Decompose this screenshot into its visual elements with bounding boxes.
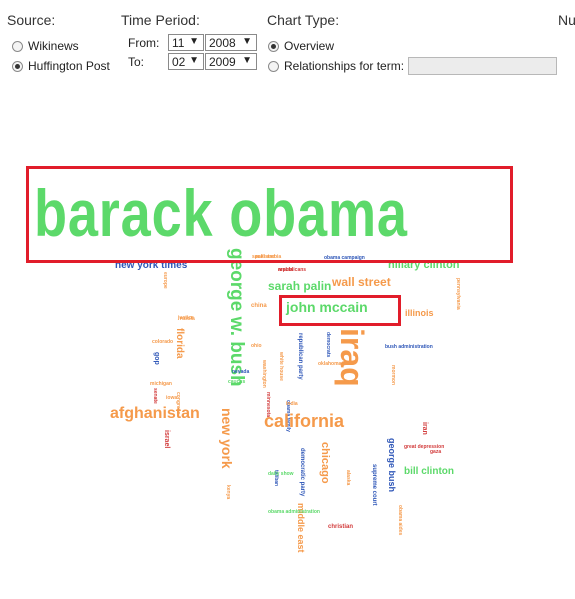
chart-type-overview[interactable]: Overview [268, 39, 334, 53]
cloud-term-supreme-court[interactable]: supreme court [371, 464, 377, 506]
cloud-term-justice[interactable]: justice [178, 316, 194, 321]
wikinews-radio[interactable] [12, 40, 23, 52]
to-month-select[interactable]: 02 ▼ [168, 53, 204, 70]
cloud-term-democratic-party[interactable]: democratic party [299, 448, 305, 496]
dropdown-arrow-icon: ▼ [189, 36, 199, 47]
cloud-term-gaza[interactable]: gaza [430, 450, 441, 455]
cloud-term-california[interactable]: california [264, 412, 344, 430]
cloud-term-iran[interactable]: iran [421, 422, 428, 435]
dropdown-arrow-icon: ▼ [189, 55, 199, 66]
cloud-term-democrats[interactable]: democrats [325, 332, 331, 357]
to-year-select[interactable]: 2009 ▼ [205, 53, 257, 70]
cloud-term-sarah-palin[interactable]: sarah palin [268, 280, 331, 292]
cloud-term-george-bush[interactable]: george bush [387, 438, 397, 492]
chart-type-title: Chart Type: [267, 12, 340, 28]
cloud-term-mormon[interactable]: mormon [390, 365, 396, 385]
cloud-term-illinois[interactable]: illinois [405, 309, 434, 318]
cloud-term-daily-show[interactable]: daily show [268, 472, 294, 477]
cut-off-label: Nu [558, 12, 575, 28]
relationships-radio[interactable] [268, 60, 279, 72]
cloud-term-gop[interactable]: gop [153, 352, 160, 365]
cloud-term-bush-administration[interactable]: bush administration [385, 345, 433, 350]
time-period-title: Time Period: [121, 12, 200, 28]
wikinews-label: Wikinews [28, 39, 79, 53]
cloud-term-europe[interactable]: europe [162, 272, 168, 289]
cloud-term-republicans[interactable]: republicans [278, 268, 306, 273]
cloud-term-china[interactable]: china [251, 303, 267, 309]
source-title: Source: [7, 12, 56, 28]
cloud-term-ohio[interactable]: ohio [251, 344, 262, 349]
relationships-label: Relationships for term: [284, 59, 405, 73]
controls-panel: Source: Wikinews Huffington Post Time Pe… [0, 0, 575, 90]
source-option-huffington-post[interactable]: Huffington Post [12, 59, 110, 73]
to-label: To: [128, 55, 145, 69]
cloud-term-christian[interactable]: christian [328, 524, 353, 530]
cloud-term-george-w-bush[interactable]: george w. bush [226, 248, 247, 387]
huffington-post-label: Huffington Post [28, 59, 110, 73]
source-option-wikinews[interactable]: Wikinews [12, 39, 79, 53]
cloud-term-pennsylvania[interactable]: pennsylvania [455, 278, 461, 310]
cloud-term-new-york[interactable]: new york [219, 408, 235, 469]
cloud-term-bill-clinton[interactable]: bill clinton [404, 467, 454, 477]
cloud-term-florida[interactable]: florida [174, 328, 185, 359]
huffington-post-radio[interactable] [12, 60, 23, 72]
cloud-term-senate[interactable]: senate [152, 388, 158, 404]
cloud-term-nevada[interactable]: nevada [232, 370, 249, 375]
cloud-term-wall-street[interactable]: wall street [332, 276, 391, 288]
dropdown-arrow-icon: ▼ [242, 36, 252, 47]
cloud-term-washington[interactable]: washington [261, 360, 267, 388]
cloud-term-india[interactable]: india [286, 402, 298, 407]
cloud-term-afghanistan[interactable]: afghanistan [110, 406, 200, 422]
cloud-term-israel[interactable]: israel [163, 430, 170, 448]
cloud-term-alaska[interactable]: alaska [345, 470, 351, 485]
from-month-select[interactable]: 11 ▼ [168, 34, 204, 51]
from-label: From: [128, 36, 160, 50]
cloud-term-kenya[interactable]: kenya [225, 485, 231, 499]
highlight-box-barack-obama [26, 166, 513, 263]
dropdown-arrow-icon: ▼ [242, 55, 252, 66]
cloud-term-republican-party[interactable]: republican party [297, 333, 303, 380]
highlight-box-john-mccain [279, 295, 401, 326]
overview-radio[interactable] [268, 40, 279, 52]
cloud-term-white-house[interactable]: white house [278, 352, 284, 381]
cloud-term-iowa[interactable]: iowa [166, 396, 177, 401]
chart-type-relationships[interactable]: Relationships for term: [268, 59, 404, 73]
overview-label: Overview [284, 39, 335, 53]
from-year-select[interactable]: 2008 ▼ [205, 34, 257, 51]
cloud-term-caucus[interactable]: caucus [228, 380, 245, 385]
cloud-term-colorado[interactable]: colorado [152, 340, 173, 345]
term-input[interactable] [408, 57, 557, 75]
cloud-term-oklahoma[interactable]: oklahoma [318, 362, 341, 367]
cloud-term-michigan[interactable]: michigan [150, 382, 172, 387]
cloud-term-iraq[interactable]: iraq [334, 328, 370, 387]
cloud-term-obama-administration[interactable]: obama administration [268, 510, 320, 515]
cloud-term-obama-aides[interactable]: obama aides [397, 505, 403, 535]
cloud-term-chicago[interactable]: chicago [319, 442, 331, 484]
